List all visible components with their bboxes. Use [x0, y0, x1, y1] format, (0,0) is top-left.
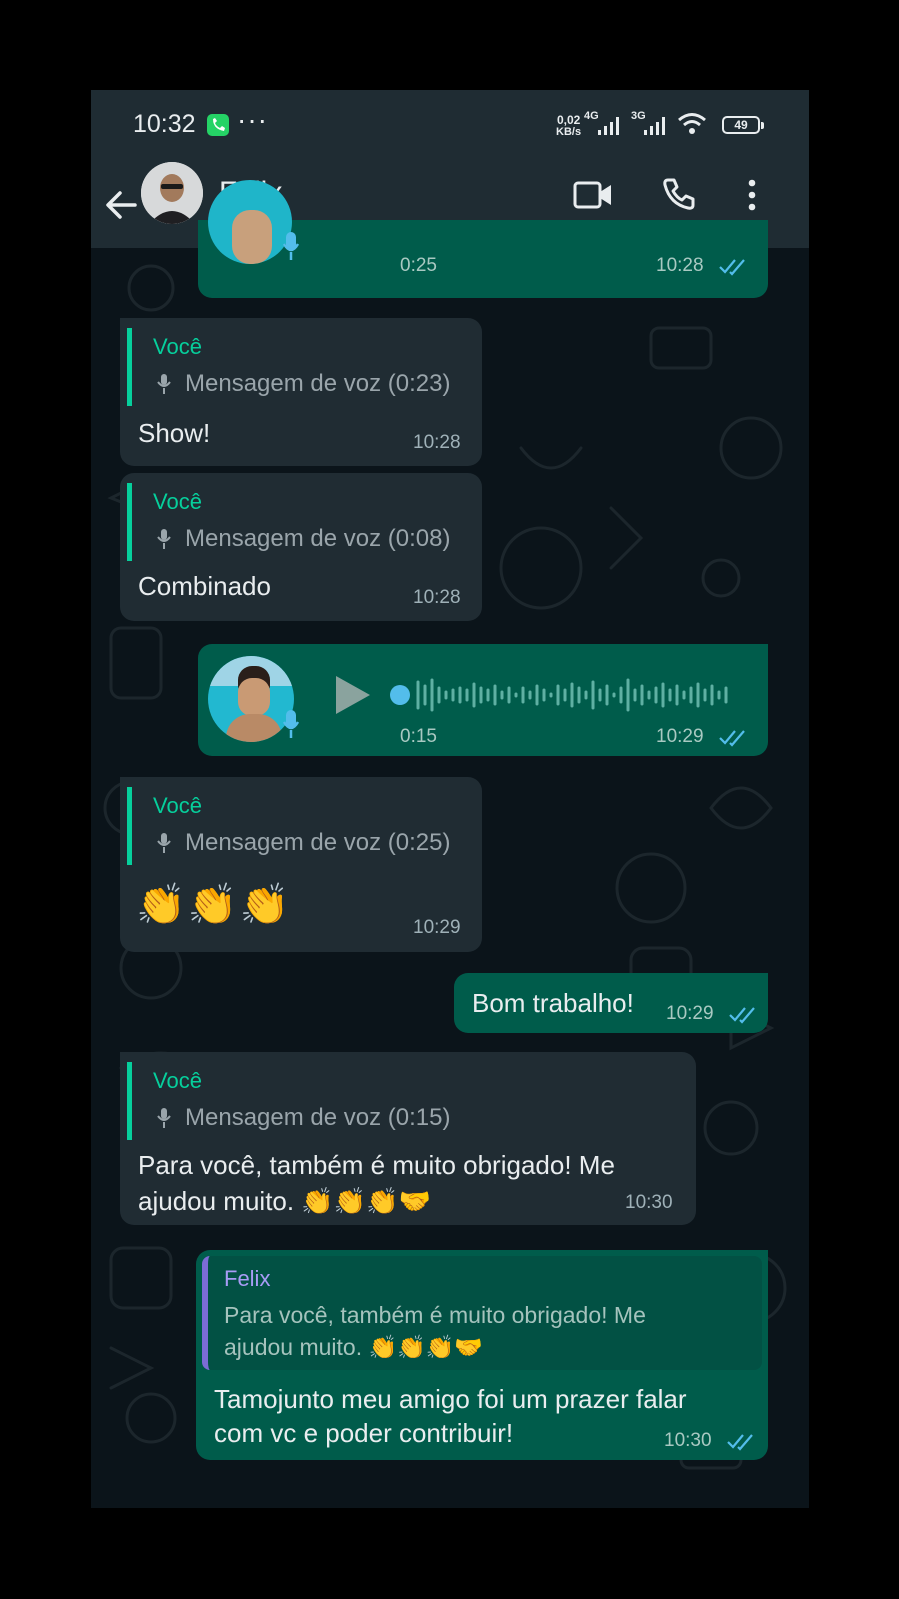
quote-text-line1: Para você, também é muito obrigado! Me [224, 1302, 646, 1328]
read-receipt-icon [729, 1007, 755, 1024]
whatsapp-call-icon [207, 114, 229, 136]
mic-icon [157, 833, 171, 853]
message-time: 10:29 [413, 917, 461, 938]
quote-author: Você [153, 334, 202, 359]
quote-text-line2: ajudou muito. 👏👏👏🤝 [224, 1334, 484, 1360]
quoted-message[interactable]: Você Mensagem de voz (0:15) [127, 1062, 686, 1140]
net-speed-value: 0,02 [557, 113, 581, 127]
message-time: 10:30 [625, 1192, 673, 1213]
quote-author: Você [153, 793, 202, 818]
quote-text: Mensagem de voz (0:08) [185, 525, 451, 552]
back-arrow-icon[interactable] [105, 190, 137, 220]
quote-author: Felix [224, 1266, 271, 1291]
message-time: 10:28 [413, 587, 461, 608]
status-time: 10:32 [133, 110, 196, 138]
battery-icon: 49 [722, 116, 764, 134]
quote-text: Mensagem de voz (0:25) [185, 829, 451, 856]
sender-avatar [208, 180, 292, 264]
contact-avatar[interactable] [141, 162, 203, 224]
quote-text: Mensagem de voz (0:23) [185, 370, 451, 397]
battery-level: 49 [734, 118, 748, 132]
message-time: 10:30 [664, 1430, 712, 1451]
quote-author: Você [153, 1068, 202, 1093]
quote-author: Você [153, 489, 202, 514]
signal-icon [598, 117, 619, 135]
message-time: 10:29 [656, 726, 704, 747]
mic-icon [157, 374, 171, 394]
quoted-message[interactable]: Você Mensagem de voz (0:08) [127, 483, 472, 561]
read-receipt-icon [719, 259, 745, 276]
voice-message-outgoing[interactable]: 0:15 10:29 [198, 644, 768, 756]
voice-call-icon[interactable] [661, 176, 697, 212]
message-incoming[interactable]: Você Mensagem de voz (0:15) Para você, t… [120, 1052, 696, 1225]
message-time: 10:29 [666, 1003, 714, 1024]
message-text-line1: Tamojunto meu amigo foi um prazer falar [214, 1384, 687, 1414]
quote-text: Mensagem de voz (0:15) [185, 1104, 451, 1131]
status-bar: 10:32 ··· 0,02 KB/s 4G 3G 49 [91, 90, 809, 158]
message-incoming[interactable]: Você Mensagem de voz (0:25) 👏👏👏 10:29 [120, 777, 482, 952]
message-emoji: 👏👏👏 [136, 883, 292, 927]
message-text: Bom trabalho! [472, 988, 634, 1018]
voice-waveform[interactable] [390, 674, 740, 716]
message-time: 10:28 [413, 432, 461, 453]
message-text-line1: Para você, também é muito obrigado! Me [138, 1150, 615, 1180]
quoted-message[interactable]: Você Mensagem de voz (0:25) [127, 787, 472, 865]
voice-message-outgoing[interactable]: 0:25 10:28 [198, 180, 768, 298]
mic-icon [157, 1108, 171, 1128]
video-call-icon[interactable] [573, 180, 613, 210]
mic-icon [282, 232, 300, 260]
quoted-message[interactable]: Felix Para você, também é muito obrigado… [202, 1256, 762, 1370]
more-options-icon[interactable] [745, 178, 759, 212]
phone-screen: 10:32 ··· 0,02 KB/s 4G 3G 49 0:25 10:28 … [91, 90, 809, 1508]
message-text-line2: com vc e poder contribuir! [214, 1418, 514, 1448]
message-incoming[interactable]: Você Mensagem de voz (0:08) Combinado 10… [120, 473, 482, 621]
play-icon[interactable] [334, 674, 372, 716]
message-incoming[interactable]: Você Mensagem de voz (0:23) Show! 10:28 [120, 318, 482, 466]
message-text: Combinado [138, 571, 271, 601]
read-receipt-icon [727, 1434, 753, 1451]
voice-duration: 0:15 [400, 726, 437, 747]
message-outgoing[interactable]: Bom trabalho! 10:29 [454, 973, 768, 1033]
message-outgoing[interactable]: Felix Para você, também é muito obrigado… [196, 1250, 768, 1460]
mic-icon [282, 710, 300, 738]
read-receipt-icon [719, 730, 745, 747]
message-text-line2: ajudou muito. 👏👏👏🤝 [138, 1186, 431, 1216]
wifi-icon [678, 113, 706, 134]
message-text: Show! [138, 418, 211, 448]
message-time: 10:28 [656, 255, 704, 276]
mic-icon [157, 529, 171, 549]
signal-icon-2 [644, 117, 665, 135]
status-more-dots: ··· [237, 104, 268, 135]
net-speed-unit: KB/s [556, 126, 582, 138]
voice-duration: 0:25 [400, 255, 437, 276]
quoted-message[interactable]: Você Mensagem de voz (0:23) [127, 328, 472, 406]
